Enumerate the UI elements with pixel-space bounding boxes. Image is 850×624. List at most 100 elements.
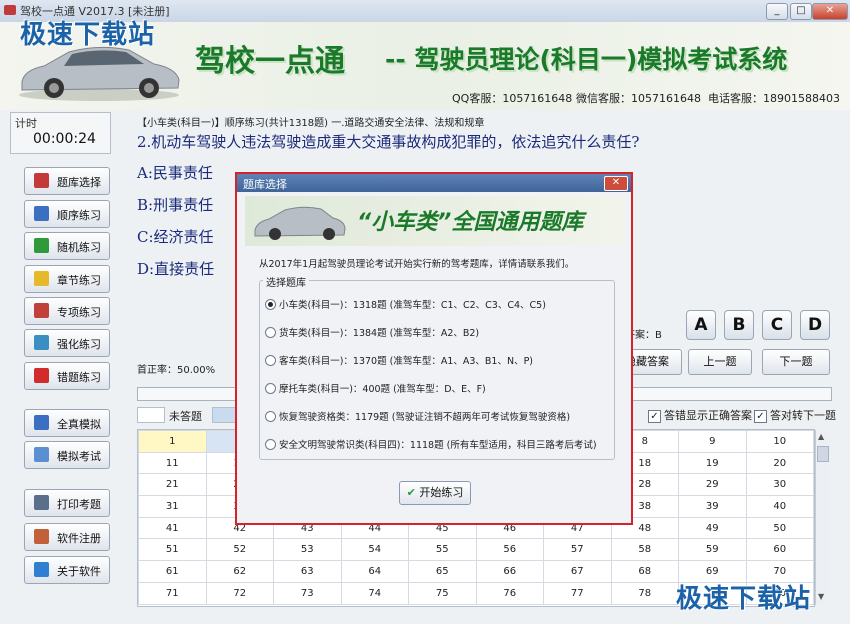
bank-choice-6[interactable]: 安全文明驾驶常识类(科目四)：1118题 (所有车型适用，科目三路考后考试) <box>265 437 597 451</box>
question-cell[interactable]: 60 <box>745 538 814 562</box>
sidebar-item-11[interactable]: 软件注册 <box>24 523 110 551</box>
radio-icon[interactable] <box>265 411 276 422</box>
question-cell[interactable]: 1 <box>138 430 207 453</box>
sidebar-item-5[interactable]: 专项练习 <box>24 297 110 325</box>
question-cell[interactable]: 62 <box>205 560 274 583</box>
answer-b-button[interactable]: B <box>724 310 754 340</box>
bank-choice-5[interactable]: 恢复驾驶资格类：1179题 (驾驶证注销不超两年可考试恢复驾驶资格) <box>265 409 570 423</box>
question-cell[interactable]: 64 <box>340 560 409 583</box>
question-cell[interactable]: 63 <box>273 560 342 583</box>
start-practice-button[interactable]: ✔ 开始练习 <box>399 481 471 505</box>
option-a[interactable]: A:民事责任 <box>137 162 213 183</box>
question-cell[interactable]: 29 <box>678 473 747 497</box>
question-cell[interactable]: 75 <box>408 581 477 605</box>
sidebar-item-12[interactable]: 关于软件 <box>24 556 110 584</box>
option-b[interactable]: B:刑事责任 <box>137 194 213 215</box>
question-cell[interactable]: 59 <box>678 538 747 562</box>
sidebar-item-label: 模拟考试 <box>57 450 101 463</box>
option-c[interactable]: C:经济责任 <box>137 226 214 247</box>
maximize-button[interactable]: □ <box>790 3 812 20</box>
next-button[interactable]: 下一题 <box>762 349 830 375</box>
answer-d-button[interactable]: D <box>800 310 830 340</box>
question-cell[interactable]: 41 <box>138 516 207 540</box>
question-cell[interactable]: 51 <box>138 538 207 562</box>
sidebar-item-7[interactable]: 错题练习 <box>24 362 110 390</box>
radio-icon[interactable] <box>265 439 276 450</box>
question-cell[interactable]: 78 <box>610 581 679 605</box>
question-cell[interactable]: 52 <box>205 538 274 562</box>
question-cell[interactable]: 76 <box>475 581 544 605</box>
question-cell[interactable]: 57 <box>543 538 612 562</box>
radio-icon[interactable] <box>265 299 276 310</box>
question-cell[interactable]: 72 <box>205 581 274 605</box>
bank-choice-label: 小车类(科目一)：1318题 (准驾车型：C1、C2、C3、C4、C5) <box>279 300 546 311</box>
question-cell[interactable]: 68 <box>610 560 679 583</box>
question-cell[interactable]: 65 <box>408 560 477 583</box>
bank-choice-1[interactable]: 小车类(科目一)：1318题 (准驾车型：C1、C2、C3、C4、C5) <box>265 297 546 311</box>
sidebar-item-10[interactable]: 打印考题 <box>24 489 110 517</box>
question-cell[interactable]: 40 <box>745 495 814 518</box>
bank-group-label: 选择题库 <box>263 274 309 289</box>
question-cell[interactable]: 49 <box>678 516 747 540</box>
question-cell[interactable]: 56 <box>475 538 544 562</box>
question-cell[interactable]: 55 <box>408 538 477 562</box>
answer-a-button[interactable]: A <box>686 310 716 340</box>
checkbox-icon[interactable]: ✓ <box>648 409 661 423</box>
answer-c-button[interactable]: C <box>762 310 792 340</box>
sidebar-item-8[interactable]: 全真模拟 <box>24 409 110 437</box>
question-cell[interactable]: 21 <box>138 473 207 497</box>
sidebar-item-1[interactable]: 题库选择 <box>24 167 110 195</box>
sidebar-item-4[interactable]: 章节练习 <box>24 265 110 293</box>
prev-button[interactable]: 上一题 <box>688 349 752 375</box>
bank-choice-2[interactable]: 货车类(科目一)：1384题 (准驾车型：A2、B2) <box>265 325 479 339</box>
app-name: 驾校一点通 <box>195 44 345 79</box>
sidebar-item-2[interactable]: 顺序练习 <box>24 200 110 228</box>
question-cell[interactable]: 20 <box>745 451 814 475</box>
question-cell[interactable]: 9 <box>678 430 747 453</box>
question-cell[interactable]: 61 <box>138 560 207 583</box>
question-cell[interactable]: 31 <box>138 495 207 518</box>
question-cell[interactable]: 19 <box>678 451 747 475</box>
sidebar-item-label: 专项练习 <box>57 306 101 319</box>
close-button[interactable]: ✕ <box>812 3 848 20</box>
auto-next-checkbox[interactable]: ✓ 答对转下一题 <box>754 407 836 423</box>
question-cell[interactable]: 74 <box>340 581 409 605</box>
dialog-title: 题库选择 <box>243 178 287 191</box>
question-header: 【小车类(科目一)】顺序练习(共计1318题) 一.道路交通安全法律、法规和规章 <box>137 118 485 129</box>
question-cell[interactable]: 30 <box>745 473 814 497</box>
radio-icon[interactable] <box>265 383 276 394</box>
question-cell[interactable]: 71 <box>138 581 207 605</box>
bank-choice-label: 货车类(科目一)：1384题 (准驾车型：A2、B2) <box>279 328 480 339</box>
sidebar-item-9[interactable]: 模拟考试 <box>24 441 110 469</box>
bank-choice-label: 摩托车类(科目一)：400题 (准驾车型：D、E、F) <box>279 384 486 395</box>
sidebar-item-label: 章节练习 <box>57 274 101 287</box>
question-cell[interactable]: 53 <box>273 538 342 562</box>
question-cell[interactable]: 58 <box>610 538 679 562</box>
dialog-title-bar[interactable]: 题库选择 ✕ <box>237 174 631 192</box>
question-cell[interactable]: 39 <box>678 495 747 518</box>
question-cell[interactable]: 54 <box>340 538 409 562</box>
sidebar-item-3[interactable]: 随机练习 <box>24 232 110 260</box>
show-correct-checkbox[interactable]: ✓ 答错显示正确答案 <box>648 407 752 423</box>
question-cell[interactable]: 50 <box>745 516 814 540</box>
legend-unanswered-swatch <box>137 407 165 423</box>
question-cell[interactable]: 67 <box>543 560 612 583</box>
grid-scrollbar[interactable]: ▲ ▼ <box>815 430 830 605</box>
bank-choice-3[interactable]: 客车类(科目一)：1370题 (准驾车型：A1、A3、B1、N、P) <box>265 353 533 367</box>
question-cell[interactable]: 11 <box>138 451 207 475</box>
minimize-button[interactable]: _ <box>766 3 788 20</box>
dialog-close-button[interactable]: ✕ <box>604 176 628 191</box>
scroll-down-icon[interactable]: ▼ <box>818 592 824 601</box>
checkbox-icon[interactable]: ✓ <box>754 409 767 423</box>
sidebar-item-6[interactable]: 强化练习 <box>24 329 110 357</box>
option-d[interactable]: D:直接责任 <box>137 258 214 279</box>
radio-icon[interactable] <box>265 355 276 366</box>
scroll-up-icon[interactable]: ▲ <box>818 432 824 441</box>
bank-choice-4[interactable]: 摩托车类(科目一)：400题 (准驾车型：D、E、F) <box>265 381 486 395</box>
question-cell[interactable]: 73 <box>273 581 342 605</box>
question-cell[interactable]: 10 <box>745 430 814 453</box>
question-cell[interactable]: 66 <box>475 560 544 583</box>
scroll-thumb[interactable] <box>817 446 829 462</box>
radio-icon[interactable] <box>265 327 276 338</box>
question-cell[interactable]: 77 <box>543 581 612 605</box>
